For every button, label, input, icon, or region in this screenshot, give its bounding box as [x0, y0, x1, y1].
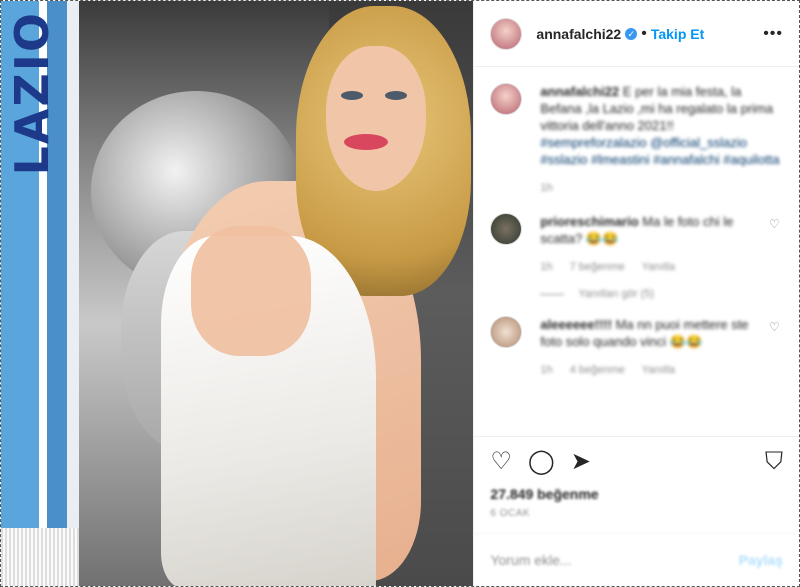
view-replies-label[interactable]: Yanıtları gör (5): [578, 288, 654, 300]
commenter-avatar[interactable]: [490, 316, 523, 348]
replies-line: [540, 293, 565, 295]
comment-like-icon[interactable]: ♡: [769, 320, 783, 379]
comment-input[interactable]: Yorum ekle...: [490, 552, 571, 568]
caption-time: 1h: [540, 182, 553, 194]
reply-button[interactable]: Yanıtla: [642, 364, 675, 376]
author-avatar[interactable]: [490, 17, 523, 50]
action-bar: ♡ ◯ ➤ ⛉: [474, 436, 799, 486]
more-options-icon[interactable]: •••: [763, 25, 783, 43]
comment-icon[interactable]: ◯: [528, 447, 555, 476]
comment-likes[interactable]: 7 beğenme: [570, 261, 625, 273]
comment-time: 1h: [540, 261, 553, 273]
share-icon[interactable]: ➤: [571, 447, 591, 476]
comment-likes[interactable]: 4 beğenme: [570, 364, 625, 376]
post-photo[interactable]: LAZIO: [1, 1, 474, 586]
post-date: 6 OCAK: [474, 502, 799, 534]
caption-avatar[interactable]: [490, 83, 523, 115]
author-username[interactable]: annafalchi22: [536, 26, 621, 42]
comment: prioreschimario Ma le foto chi le scatta…: [490, 213, 783, 276]
verified-icon: ✓: [625, 27, 638, 40]
scarf-fringe: [1, 528, 79, 586]
view-replies[interactable]: Yanıtları gör (5): [540, 288, 783, 300]
add-comment-bar: Yorum ekle... Paylaş: [474, 534, 799, 586]
left-eye: [341, 91, 363, 100]
caption-hashtags[interactable]: #sempreforzalazio @official_sslazio #ssl…: [540, 134, 783, 168]
lips: [344, 134, 388, 150]
bookmark-icon[interactable]: ⛉: [765, 448, 783, 476]
caption-username[interactable]: annafalchi22: [540, 84, 619, 99]
right-eye: [385, 91, 407, 100]
woman-face: [326, 46, 426, 191]
heart-icon[interactable]: ♡: [490, 447, 512, 476]
comment-time: 1h: [540, 364, 553, 376]
commenter-avatar[interactable]: [490, 213, 523, 245]
hands: [191, 226, 311, 356]
instagram-post: LAZIO annafalchi22 ✓ • Takip Et ••• anna…: [0, 0, 800, 587]
reply-button[interactable]: Yanıtla: [642, 261, 675, 273]
separator-dot: •: [641, 24, 647, 42]
follow-button[interactable]: Takip Et: [651, 26, 704, 42]
post-sidebar: annafalchi22 ✓ • Takip Et ••• annafalchi…: [473, 1, 799, 586]
comment-like-icon[interactable]: ♡: [769, 217, 783, 276]
comment: aleeeeee!!!! Ma nn puoi mettere ste foto…: [490, 316, 783, 379]
commenter-username[interactable]: prioreschimario: [540, 214, 638, 229]
commenter-username[interactable]: aleeeeee!!!!: [540, 317, 612, 332]
post-header: annafalchi22 ✓ • Takip Et •••: [474, 1, 799, 67]
caption: annafalchi22 E per la mia festa, la Befa…: [490, 83, 783, 197]
lazio-scarf: LAZIO: [1, 1, 79, 586]
post-comment-button[interactable]: Paylaş: [739, 552, 783, 568]
scarf-text: LAZIO: [5, 11, 59, 176]
comments-section: annafalchi22 E per la mia festa, la Befa…: [474, 67, 799, 436]
likes-count[interactable]: 27.849 beğenme: [474, 486, 799, 502]
